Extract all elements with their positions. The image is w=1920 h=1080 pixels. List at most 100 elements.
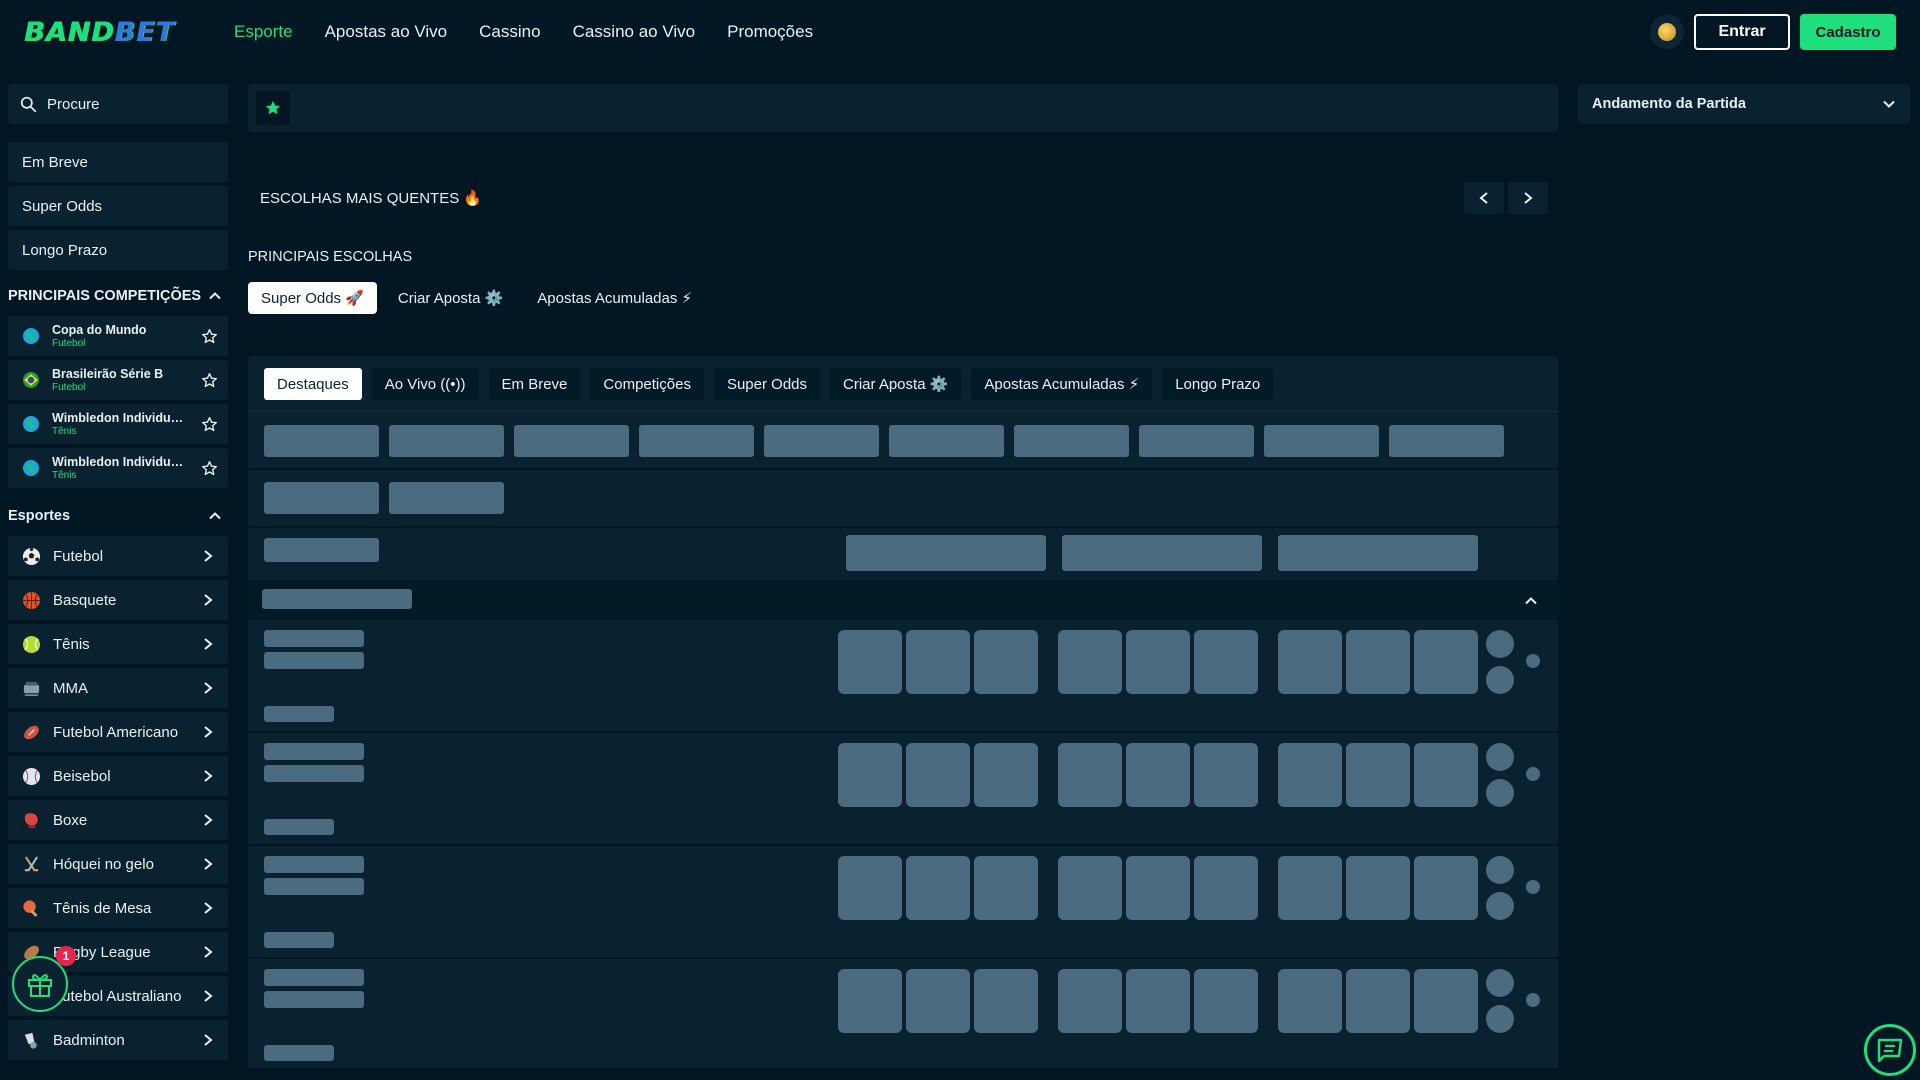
search-input[interactable] [47,95,207,113]
sport-item-tenis-de-mesa[interactable]: Tênis de Mesa [8,888,228,928]
odd-skeleton [1194,630,1258,694]
search-icon [20,96,37,112]
sports-title: Esportes [8,508,71,524]
star-outline-icon[interactable] [201,328,218,345]
globe-icon [23,460,39,476]
sport-item-basquete[interactable]: Basquete [8,580,228,620]
quick-links: Em Breve Super Odds Longo Prazo [8,142,228,270]
nav-cassino[interactable]: Cassino [479,22,540,42]
market-header-skeleton [1062,535,1262,571]
sport-item-futebol-americano[interactable]: Futebol Americano [8,712,228,752]
star-outline-icon[interactable] [201,372,218,389]
more-skeleton [1526,654,1540,668]
chevron-left-icon [1479,192,1488,204]
globe-icon [23,416,39,432]
quick-item-em-breve[interactable]: Em Breve [8,142,228,182]
search-box[interactable] [8,84,228,124]
stat-skeleton [1486,743,1514,771]
odd-skeleton [1346,969,1410,1033]
table-tennis-icon [23,899,38,917]
competition-item[interactable]: Wimbledon Individuais MasculinoTênis [8,404,228,444]
filter-skeleton [1264,425,1379,457]
gift-badge: 1 [56,946,76,966]
tab-destaques[interactable]: Destaques [264,368,362,400]
sports-header[interactable]: Esportes [8,496,228,536]
quick-item-super-odds[interactable]: Super Odds [8,186,228,226]
events-tabs: Destaques Ao Vivo ((•)) Em Breve Competi… [248,356,1558,412]
column-skeleton [264,538,379,562]
tab-super-odds[interactable]: Super Odds [713,368,820,400]
competition-item[interactable]: Brasileirão Série B Futebol [8,360,228,400]
sport-item-mma[interactable]: MMA [8,668,228,708]
stat-skeleton [1486,969,1514,997]
odd-skeleton [1414,630,1478,694]
nav-promocoes[interactable]: Promoções [727,22,813,42]
star-outline-icon[interactable] [201,416,218,433]
prev-button[interactable] [1464,182,1504,214]
odd-skeleton [1058,969,1122,1033]
globe-icon [23,328,39,344]
odd-skeleton [1194,969,1258,1033]
coin-icon[interactable] [1650,15,1684,49]
chat-button[interactable] [1864,1024,1916,1076]
sport-item-beisebol[interactable]: Beisebol [8,756,228,796]
star-outline-icon[interactable] [201,460,218,477]
tab-ao-vivo[interactable]: Ao Vivo ((•)) [371,368,479,400]
pick-tab-criar-aposta[interactable]: Criar Aposta ⚙️ [385,282,516,314]
league-title-skeleton [262,589,412,609]
nav-apostas-ao-vivo[interactable]: Apostas ao Vivo [325,22,448,42]
pick-tab-super-odds[interactable]: Super Odds 🚀 [248,282,377,314]
next-button[interactable] [1508,182,1548,214]
shuttlecock-icon [24,1032,37,1049]
odd-skeleton [906,743,970,807]
filter-skeleton [514,425,629,457]
odd-skeleton [1126,969,1190,1033]
nav-esporte[interactable]: Esporte [234,22,293,42]
header-actions: Entrar Cadastro [1650,14,1896,50]
sport-item-futebol[interactable]: Futebol [8,536,228,576]
sport-item-boxe[interactable]: Boxe [8,800,228,840]
top-picks-title: PRINCIPAIS ESCOLHAS [248,249,413,265]
tab-competicoes[interactable]: Competições [590,368,704,400]
row-divider [248,957,1558,959]
brazil-flag-icon [23,372,39,388]
filter-skeleton [1389,425,1504,457]
sport-item-hoquei-no-gelo[interactable]: Hóquei no gelo [8,844,228,884]
signup-button[interactable]: Cadastro [1800,14,1896,50]
sport-item-tenis[interactable]: Tênis [8,624,228,664]
chevron-right-icon [204,902,213,914]
login-button[interactable]: Entrar [1694,14,1790,50]
nav-cassino-ao-vivo[interactable]: Cassino ao Vivo [573,22,696,42]
team-skeleton [264,991,364,1008]
odd-skeleton [1278,743,1342,807]
favorites-button[interactable] [256,91,290,125]
filter-skeleton [264,482,379,514]
baseball-icon [22,767,41,785]
quick-item-longo-prazo[interactable]: Longo Prazo [8,230,228,270]
tab-longo-prazo[interactable]: Longo Prazo [1162,368,1274,400]
filter-skeleton [264,425,379,457]
top-header: BANDBET Esporte Apostas ao Vivo Cassino … [0,0,1920,64]
competition-item[interactable]: Wimbledon Individuais FemininoTênis [8,448,228,488]
competition-item[interactable]: Copa do Mundo Futebol [8,316,228,356]
team-skeleton [264,743,364,760]
sport-item-badminton[interactable]: Badminton [8,1020,228,1060]
chevron-up-icon[interactable] [1524,594,1538,608]
more-skeleton [1526,767,1540,781]
league-header-bar[interactable] [248,580,1558,620]
tab-criar-aposta[interactable]: Criar Aposta ⚙️ [830,368,962,400]
pick-tab-apostas-acumuladas[interactable]: Apostas Acumuladas ⚡ [524,282,705,314]
tab-em-breve[interactable]: Em Breve [488,368,581,400]
chevron-right-icon [204,550,213,562]
stat-skeleton [1486,666,1514,694]
match-progress-panel[interactable]: Andamento da Partida [1578,84,1910,124]
chevron-up-icon [209,512,221,520]
odd-skeleton [974,630,1038,694]
chevron-right-icon [204,814,213,826]
tab-apostas-acumuladas[interactable]: Apostas Acumuladas ⚡ [971,368,1153,400]
competitions-title: PRINCIPAIS COMPETIÇÕES [8,288,202,304]
main-nav: Esporte Apostas ao Vivo Cassino Cassino … [234,22,813,42]
bandbet-logo[interactable]: BANDBET [24,17,234,48]
competitions-header[interactable]: PRINCIPAIS COMPETIÇÕES [8,276,228,316]
time-skeleton [264,706,334,722]
